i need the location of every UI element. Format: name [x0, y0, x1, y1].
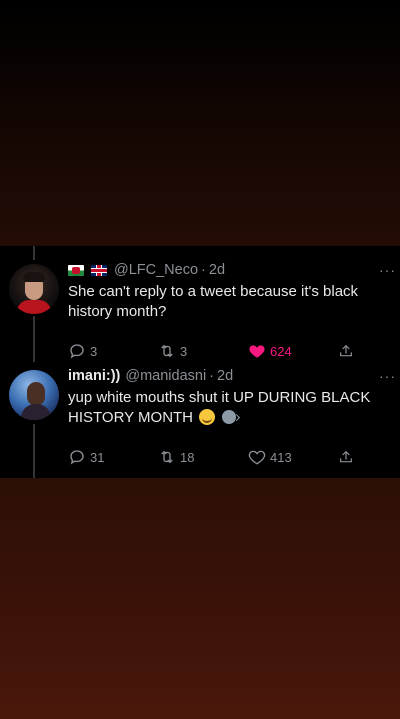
more-icon[interactable]: ···: [379, 368, 396, 384]
avatar-shirt: [17, 300, 51, 314]
avatar-body: [21, 404, 51, 420]
tweet-content: imani:)) @manidasni · 2d yup white mouth…: [68, 366, 388, 465]
thread-line: [33, 316, 35, 362]
retweet-count: 3: [180, 343, 188, 359]
tweet-content: @LFC_Neco · 2d She can't reply to a twee…: [68, 260, 388, 359]
wales-flag-icon: [68, 264, 84, 276]
retweet-icon: [161, 344, 173, 358]
retweet-count: 18: [180, 449, 195, 465]
separator-dot: ·: [201, 262, 206, 278]
reply-count: 31: [90, 449, 105, 465]
retweet-button[interactable]: 3: [158, 342, 228, 360]
tweet-header: imani:)) @manidasni · 2d: [68, 366, 388, 386]
tweet-time[interactable]: 2d: [217, 368, 233, 384]
grimacing-face-emoji-icon: [199, 409, 216, 425]
avatar-person: [27, 382, 45, 406]
thread-line: [33, 424, 35, 478]
share-button[interactable]: [338, 342, 358, 360]
retweet-button[interactable]: 18: [158, 448, 228, 466]
tweet-actions: 31 18 413: [68, 448, 358, 466]
avatar[interactable]: [9, 264, 59, 314]
share-icon: [340, 450, 352, 463]
separator-dot: ·: [209, 368, 215, 384]
avatar[interactable]: [9, 370, 59, 420]
tweet-header: @LFC_Neco · 2d: [68, 260, 388, 280]
thread-line: [33, 246, 35, 260]
speaking-head-emoji-icon: [222, 410, 237, 424]
avatar-hair: [23, 272, 45, 282]
background-bottom: [0, 478, 400, 719]
tweet-text: She can't reply to a tweet because it's …: [68, 283, 359, 320]
more-icon[interactable]: ···: [379, 262, 396, 278]
like-count: 413: [270, 449, 292, 465]
reply-button[interactable]: 3: [68, 342, 138, 360]
tweet-display-name[interactable]: imani:)): [68, 368, 120, 384]
like-count: 624: [270, 343, 292, 359]
reply-icon: [70, 450, 84, 465]
tweet-thread: @LFC_Neco · 2d She can't reply to a twee…: [0, 246, 400, 478]
heart-icon: [248, 450, 266, 465]
heart-filled-icon: [249, 345, 265, 358]
tweet-text-container: yup white mouths shut it UP DURING BLACK…: [68, 388, 388, 428]
tweet-handle[interactable]: @manidasni: [125, 368, 206, 384]
background-top: [0, 0, 400, 246]
reply-count: 3: [90, 343, 98, 359]
uk-flag-icon: [91, 264, 107, 276]
tweet-time[interactable]: 2d: [209, 262, 225, 278]
retweet-icon: [161, 450, 173, 464]
reply-icon: [70, 344, 84, 359]
like-button[interactable]: 624: [248, 342, 318, 360]
like-button[interactable]: 413: [248, 448, 318, 466]
reply-button[interactable]: 31: [68, 448, 138, 466]
share-button[interactable]: [338, 448, 358, 466]
share-icon: [340, 344, 352, 357]
tweet-actions: 3 3 624: [68, 342, 358, 360]
tweet-text: yup white mouths shut it UP DURING BLACK…: [68, 389, 371, 426]
tweet-handle[interactable]: @LFC_Neco: [114, 262, 198, 278]
